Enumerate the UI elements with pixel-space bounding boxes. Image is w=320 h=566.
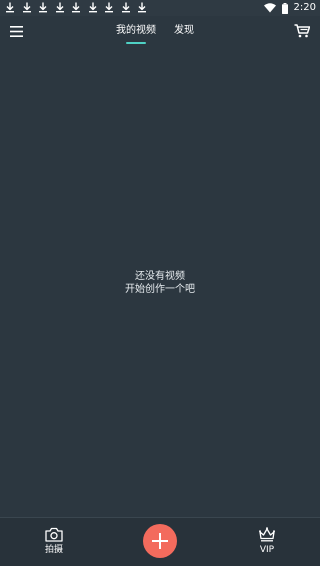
header: 我的视频 发现 (0, 16, 320, 50)
download-icon (121, 2, 130, 13)
download-icon (105, 2, 113, 13)
tab-discover[interactable]: 发现 (174, 24, 194, 38)
active-tab-indicator (126, 42, 146, 44)
clock: 2:20 (293, 2, 316, 13)
download-icon (6, 2, 14, 13)
download-icon (39, 2, 47, 13)
empty-state-line1: 还没有视频 (135, 271, 185, 282)
wifi-icon (263, 3, 276, 13)
vip-label: VIP (259, 545, 275, 555)
shoot-button[interactable]: 拍摄 (34, 527, 74, 556)
vip-button[interactable]: VIP (247, 527, 287, 556)
download-icon (72, 2, 80, 13)
camera-icon (45, 527, 63, 542)
crown-icon (259, 527, 275, 542)
download-icon (55, 2, 64, 13)
download-icon (88, 2, 97, 13)
menu-icon[interactable] (10, 26, 23, 37)
cart-icon[interactable] (294, 24, 310, 38)
plus-icon (152, 533, 168, 549)
tab-my-videos[interactable]: 我的视频 (116, 24, 156, 38)
empty-state-line2: 开始创作一个吧 (125, 284, 195, 295)
add-button[interactable] (143, 524, 177, 558)
app-screen: 2:20 我的视频 发现 还没有视频 开始创作一个吧 拍摄 VIP (0, 0, 320, 566)
battery-icon (281, 2, 288, 14)
empty-state: 还没有视频 开始创作一个吧 (0, 270, 320, 296)
shoot-label: 拍摄 (44, 545, 63, 555)
status-right: 2:20 (263, 1, 316, 15)
download-icon (22, 2, 31, 13)
download-icon (138, 2, 146, 13)
status-bar: 2:20 (0, 0, 320, 16)
